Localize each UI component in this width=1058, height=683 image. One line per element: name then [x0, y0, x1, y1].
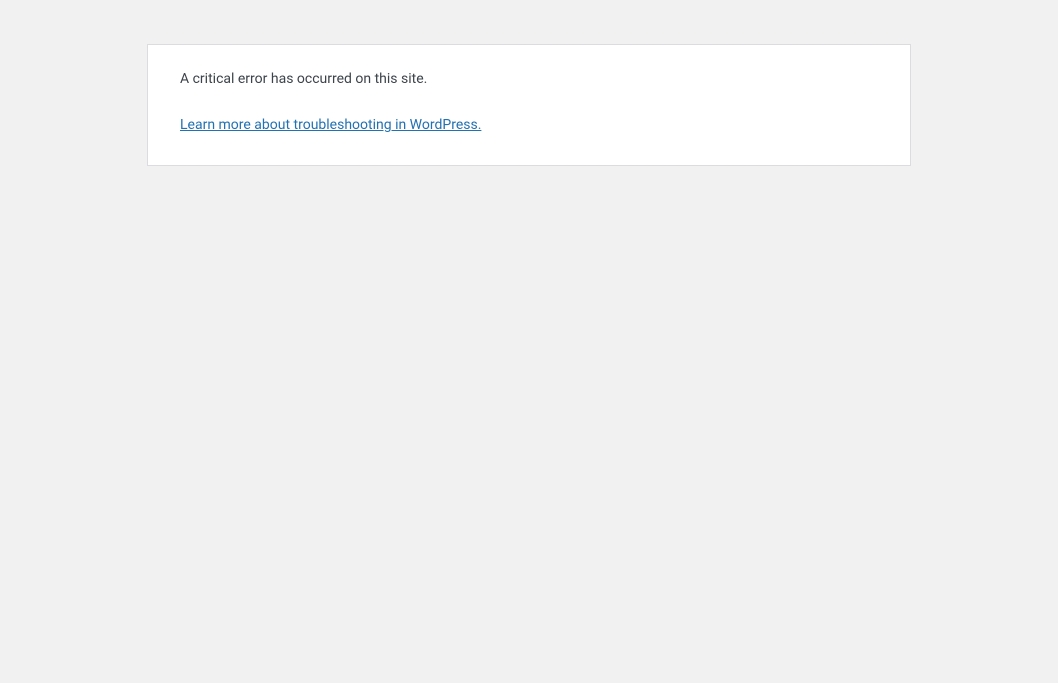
- troubleshoot-link[interactable]: Learn more about troubleshooting in Word…: [180, 117, 481, 133]
- error-container: A critical error has occurred on this si…: [147, 44, 911, 166]
- error-message: A critical error has occurred on this si…: [180, 69, 878, 90]
